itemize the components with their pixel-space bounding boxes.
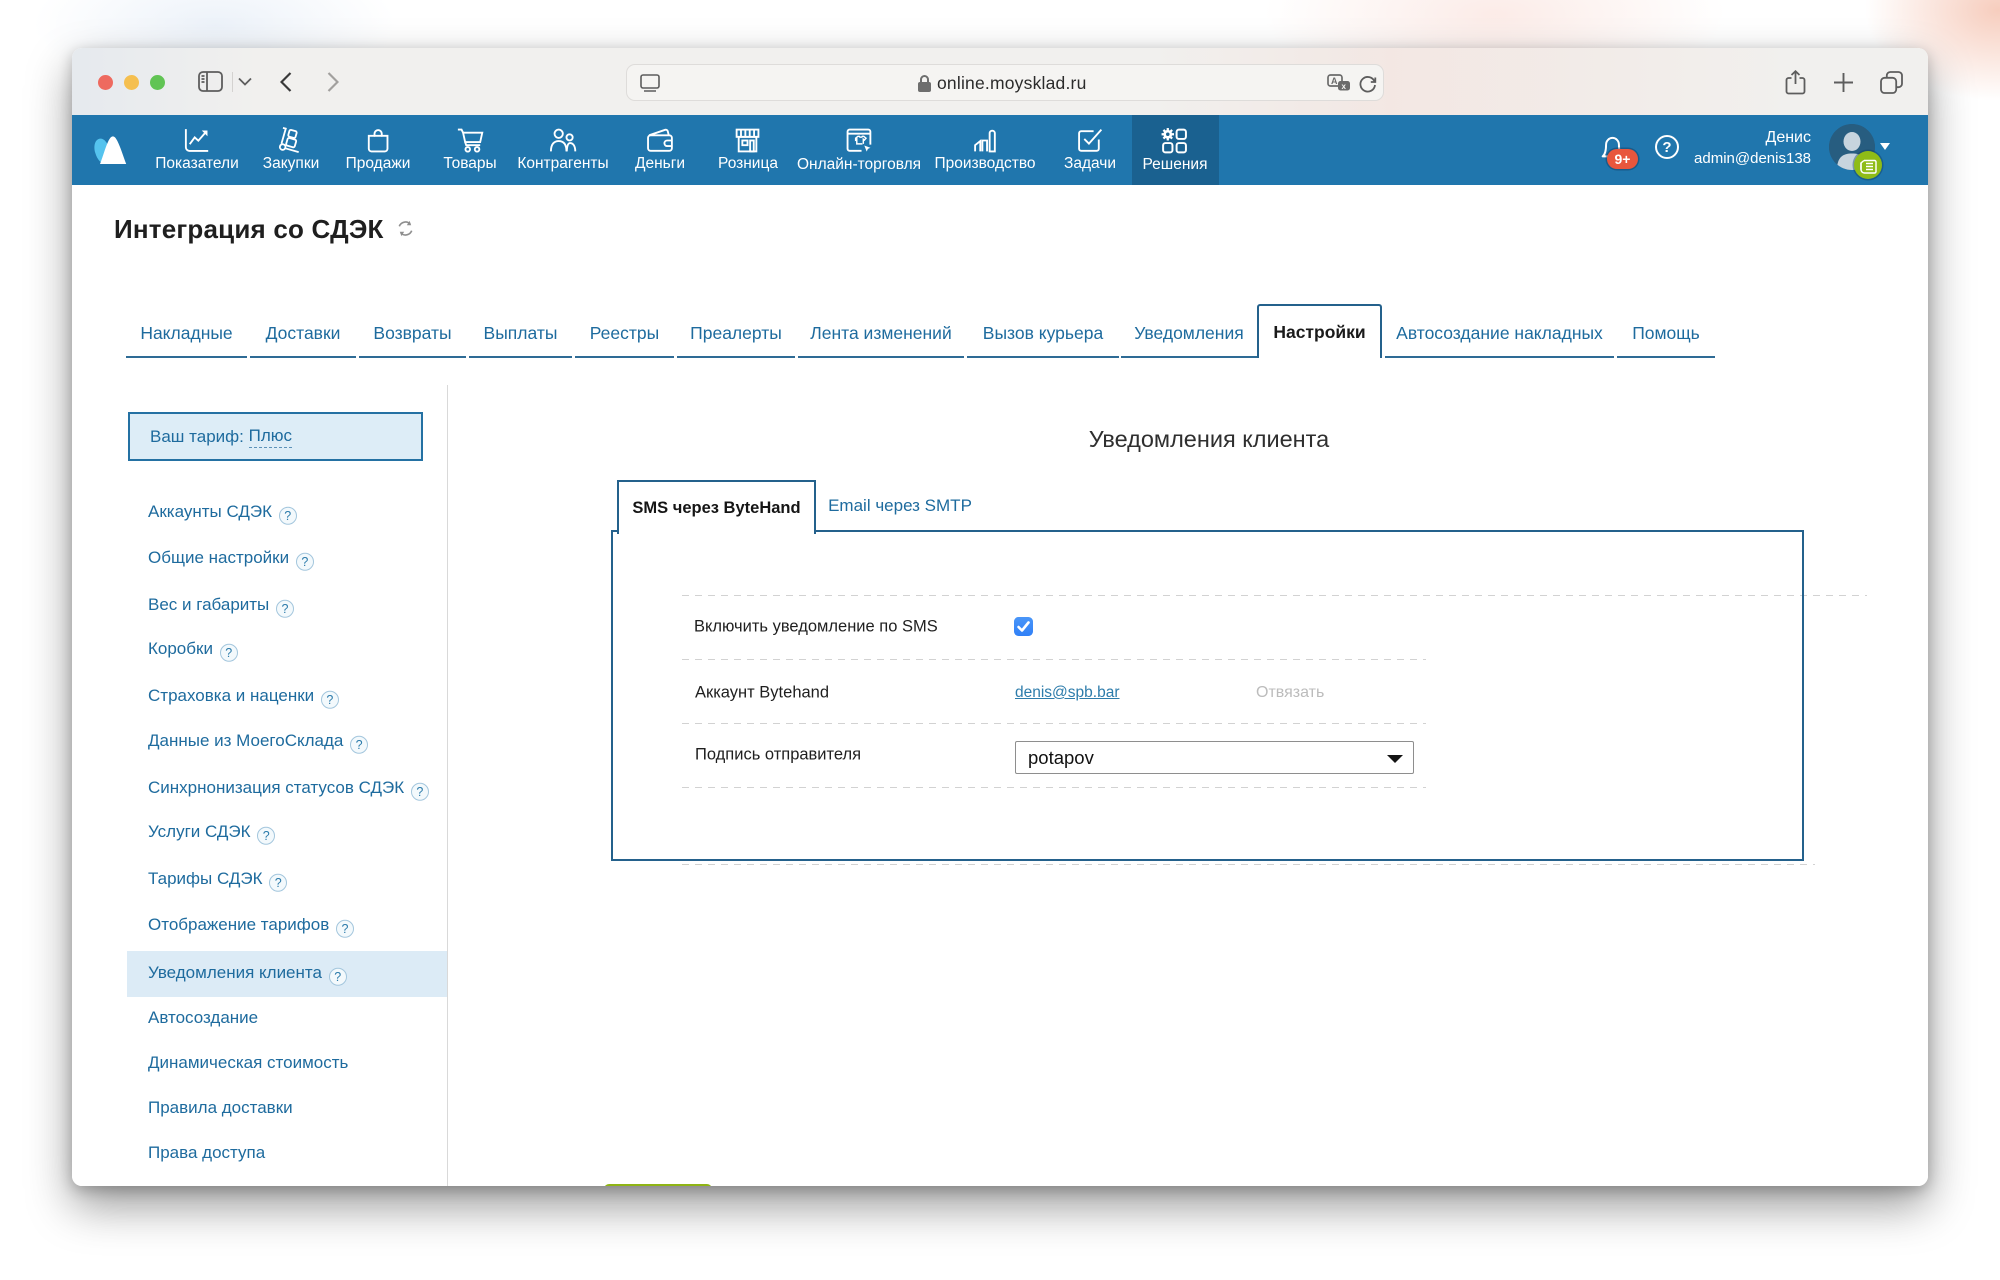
svg-text:x: x	[1342, 82, 1347, 91]
svg-text:A: A	[1331, 76, 1338, 86]
